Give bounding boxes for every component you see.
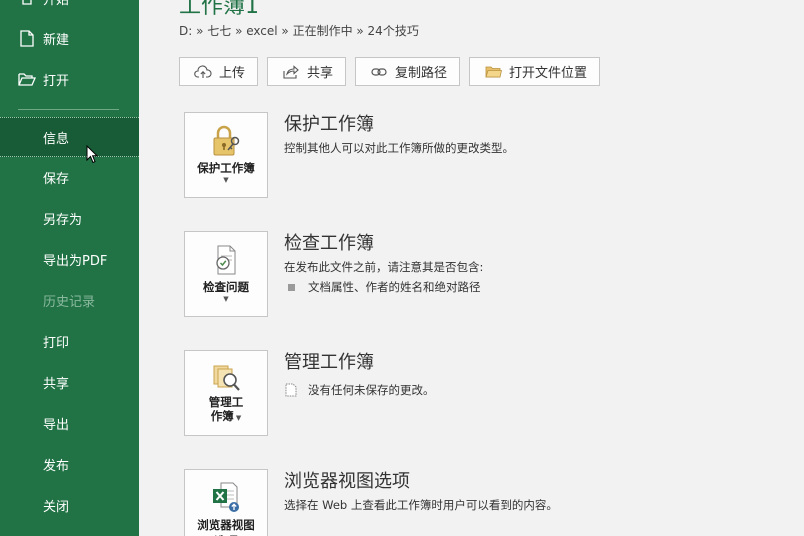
sidebar-item-label: 历史记录 [43,294,96,310]
share-label: 共享 [307,66,334,81]
tile-label-line2: 作簿 ▼ [210,409,242,423]
copy-path-button[interactable]: 复制路径 [355,57,461,86]
open-folder-icon [18,70,36,88]
folder-icon [484,65,502,79]
protect-workbook-section: 保护工作簿 ▼ 保护工作簿 控制其他人可以对此工作簿所做的更改类型。 [184,112,784,198]
sidebar-item-label: 开始 [43,0,70,8]
manage-versions-icon [208,359,244,395]
sidebar-item-publish[interactable]: 发布 [0,444,139,484]
sidebar-item-export[interactable]: 导出 [0,403,139,443]
section-title: 检查工作簿 [284,233,374,254]
tile-label: 保护工作簿 [197,161,255,175]
section-description: 控制其他人可以对此工作簿所做的更改类型。 [284,141,514,155]
sidebar-item-close[interactable]: 关闭 [0,485,139,525]
chevron-down-icon: ▼ [223,295,229,303]
sidebar-item-label: 打开 [43,73,70,89]
sidebar-item-label: 打印 [43,335,70,351]
info-pane: 工作簿1 D: » 七七 » excel » 正在制作中 » 24个技巧 上传 … [139,0,804,536]
sidebar-item-label: 共享 [43,376,70,392]
bullet-text: 文档属性、作者的姓名和绝对路径 [308,280,481,294]
sidebar-item-label: 导出 [43,417,70,433]
link-icon [370,65,388,79]
sidebar-item-label: 另存为 [43,212,83,228]
tile-label: 检查问题 [203,280,249,294]
sidebar-item-print[interactable]: 打印 [0,321,139,361]
manage-workbook-section: 管理工 作簿 ▼ 管理工作簿 没有任何未保存的更改。 [184,350,784,436]
tile-label: 管理工 [208,395,244,409]
sidebar-item-new[interactable]: 新建 [0,18,139,58]
open-location-label: 打开文件位置 [509,66,588,81]
sidebar-item-label: 新建 [43,32,70,48]
browser-view-options-button[interactable]: 浏览器视图 选项 [184,469,268,536]
upload-label: 上传 [219,66,246,81]
section-description: 在发布此文件之前，请注意其是否包含: [284,260,484,274]
note-text: 没有任何未保存的更改。 [308,383,435,397]
sidebar-item-share[interactable]: 共享 [0,362,139,402]
section-description: 选择在 Web 上查看此工作簿时用户可以看到的内容。 [284,498,558,512]
breadcrumb: D: » 七七 » excel » 正在制作中 » 24个技巧 [179,24,419,38]
check-for-issues-button[interactable]: 检查问题 ▼ [184,231,268,317]
section-title: 管理工作簿 [284,352,374,373]
bullet-square-icon [288,283,295,291]
chevron-down-icon: ▼ [233,414,242,422]
sidebar-item-history: 历史记录 [0,280,139,320]
sidebar-item-home[interactable]: 开始 [0,0,139,18]
lock-icon [208,123,244,159]
sidebar-item-info[interactable]: 信息 [0,117,139,157]
excel-web-icon [208,480,244,516]
inspect-workbook-section: 检查问题 ▼ 检查工作簿 在发布此文件之前，请注意其是否包含: 文档属性、作者的… [184,231,784,317]
home-icon [18,0,36,7]
action-bar: 上传 共享 复制路径 打开文件位置 [179,57,601,86]
share-button[interactable]: 共享 [267,57,347,86]
chevron-down-icon: ▼ [223,176,229,184]
sidebar-divider [18,109,119,110]
manage-workbook-button[interactable]: 管理工 作簿 ▼ [184,350,268,436]
open-location-button[interactable]: 打开文件位置 [469,57,601,86]
backstage-sidebar: 开始 新建 打开 信息 保存 另存为 导出为PDF 历史记录 打印 共享 导出 … [0,0,139,536]
inspect-document-icon [208,242,244,278]
sidebar-item-label: 保存 [43,171,70,187]
upload-button[interactable]: 上传 [179,57,259,86]
browser-view-section: 浏览器视图 选项 浏览器视图选项 选择在 Web 上查看此工作簿时用户可以看到的… [184,469,784,536]
sidebar-item-label: 关闭 [43,499,70,515]
document-icon [284,383,298,397]
sidebar-item-save[interactable]: 保存 [0,157,139,197]
new-document-icon [18,29,36,47]
sidebar-item-open[interactable]: 打开 [0,59,139,99]
section-title: 保护工作簿 [284,114,374,135]
sidebar-item-export-pdf[interactable]: 导出为PDF [0,239,139,279]
section-title: 浏览器视图选项 [284,471,410,492]
list-item: 文档属性、作者的姓名和绝对路径 [288,279,481,295]
tile-label: 浏览器视图 [197,518,255,532]
sidebar-item-save-as[interactable]: 另存为 [0,198,139,238]
mouse-cursor-icon [86,144,99,168]
copy-path-label: 复制路径 [395,66,448,81]
cloud-upload-icon [194,64,212,79]
share-icon [282,64,300,79]
sidebar-item-label: 导出为PDF [43,253,108,269]
protect-workbook-button[interactable]: 保护工作簿 ▼ [184,112,268,198]
sidebar-item-label: 发布 [43,458,70,474]
section-note: 没有任何未保存的更改。 [284,382,435,398]
page-title: 工作簿1 [179,0,259,19]
sidebar-item-label: 信息 [43,131,70,147]
